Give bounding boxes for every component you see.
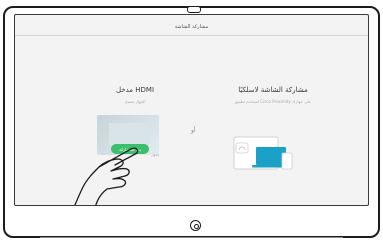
device-screen: مشاركة الشاشة مدخل HDMI الجهاز متصل بدء … — [14, 14, 369, 206]
home-button-icon[interactable] — [190, 220, 201, 231]
camera-icon — [187, 6, 201, 13]
wireless-option-subtitle: استخدم تطبيق Cisco Proximity على جهازك — [234, 99, 312, 104]
header-divider — [15, 35, 368, 36]
wireless-option-title: مشاركة الشاشة لاسلكيًا — [238, 86, 308, 94]
or-separator: أو — [191, 127, 196, 134]
hdmi-option-title: مدخل HDMI — [115, 86, 155, 94]
device-stand — [40, 237, 343, 242]
screen-title: مشاركة الشاشة — [174, 24, 209, 30]
hdmi-option-subtitle: الجهاز متصل — [124, 99, 146, 104]
laptop-phone-cast-icon — [233, 136, 293, 170]
hand-pointer-icon — [74, 147, 139, 205]
